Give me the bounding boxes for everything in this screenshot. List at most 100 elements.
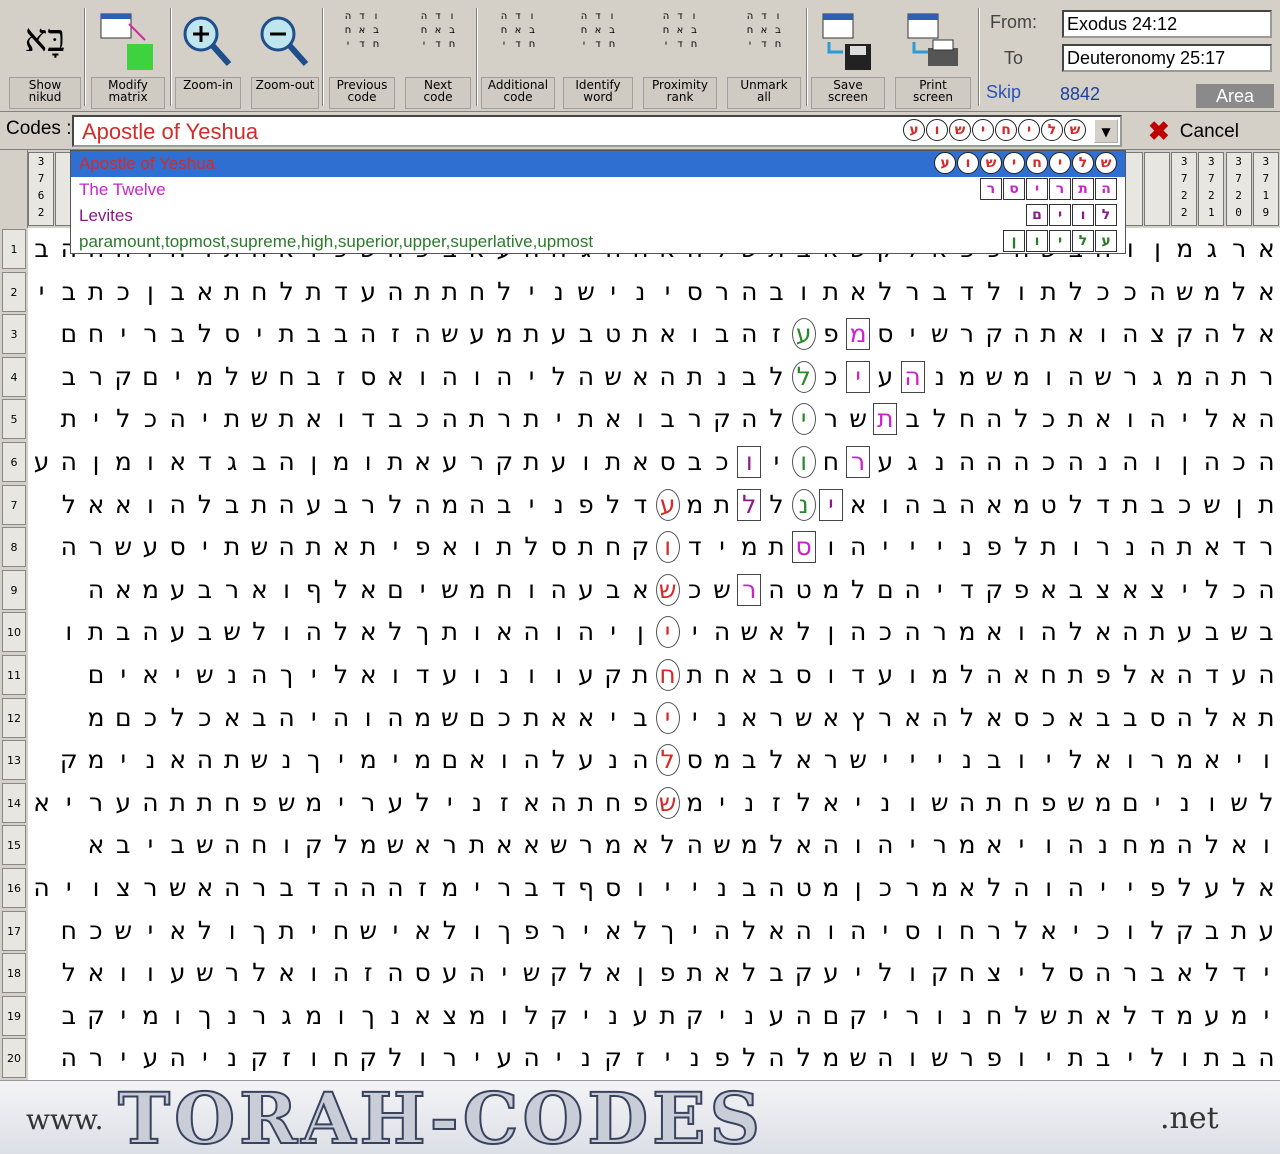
matrix-letter[interactable]: ו (463, 611, 490, 654)
matrix-letter[interactable]: מ (953, 824, 980, 867)
matrix-letter[interactable]: נ (600, 739, 627, 782)
matrix-letter[interactable]: ם (872, 569, 899, 612)
matrix-letter[interactable]: ת (1171, 526, 1198, 569)
matrix-letter[interactable]: ב (246, 441, 273, 484)
matrix-letter[interactable]: י (1117, 1037, 1144, 1080)
matrix-letter[interactable]: ל (327, 611, 354, 654)
matrix-letter[interactable]: כ (1226, 441, 1253, 484)
matrix-letter[interactable]: ח (981, 995, 1008, 1038)
matrix-letter[interactable]: ן (845, 867, 872, 910)
matrix-letter[interactable]: ש (926, 1037, 953, 1080)
matrix-letter[interactable]: ך (191, 995, 218, 1038)
matrix-letter[interactable]: ר (246, 995, 273, 1038)
matrix-letter[interactable]: ה (1062, 824, 1089, 867)
matrix-letter[interactable]: ח (600, 782, 627, 825)
matrix-letter[interactable]: מ (355, 824, 382, 867)
matrix-letter[interactable]: ר (219, 569, 246, 612)
matrix-letter[interactable]: ה (545, 569, 572, 612)
matrix-letter[interactable]: ת (1253, 484, 1280, 527)
matrix-letter[interactable]: ל (409, 782, 436, 825)
matrix-letter[interactable]: ו (1117, 398, 1144, 441)
matrix-letter[interactable]: ק (1171, 910, 1198, 953)
save-screen-button[interactable]: Save screen (808, 4, 888, 109)
dropdown-item[interactable]: Apostle of Yeshua ש ל י ח י ש ו ע (71, 151, 1125, 177)
matrix-letter[interactable]: כ (1171, 484, 1198, 527)
matrix-letter[interactable]: ת (518, 398, 545, 441)
matrix-letter[interactable]: ת (273, 313, 300, 356)
matrix-letter[interactable]: ש (191, 654, 218, 697)
matrix-letter[interactable]: י (1035, 1037, 1062, 1080)
matrix-letter[interactable]: ב (899, 398, 926, 441)
matrix-letter[interactable]: ב (273, 867, 300, 910)
matrix-letter[interactable]: ת (1117, 484, 1144, 527)
matrix-letter[interactable]: ה (763, 1037, 790, 1080)
matrix-letter[interactable]: א (1089, 995, 1116, 1038)
matrix-letter[interactable]: א (1253, 271, 1280, 314)
matrix-letter[interactable]: ל (1008, 995, 1035, 1038)
marked-letter[interactable]: ע (655, 488, 680, 521)
matrix-letter[interactable]: ף (300, 569, 327, 612)
matrix-letter[interactable]: י (55, 867, 82, 910)
matrix-letter[interactable]: א (627, 356, 654, 399)
matrix-letter[interactable]: ת (300, 526, 327, 569)
identify-word-button[interactable]: ה ד ו ח א ב י ד ח Identify word (560, 4, 636, 109)
matrix-letter[interactable]: ת (355, 526, 382, 569)
matrix-letter[interactable]: י (654, 1037, 681, 1080)
matrix-letter[interactable]: ו (627, 867, 654, 910)
marked-letter[interactable]: ל (655, 744, 680, 777)
matrix-letter[interactable]: ל (1008, 910, 1035, 953)
matrix-letter[interactable]: ש (110, 910, 137, 953)
matrix-letter[interactable]: ע (382, 782, 409, 825)
matrix-letter[interactable]: ע (545, 313, 572, 356)
matrix-letter[interactable]: ה (953, 782, 980, 825)
matrix-letter[interactable]: נ (926, 441, 953, 484)
matrix-letter[interactable]: א (463, 739, 490, 782)
matrix-letter[interactable]: ז (763, 313, 790, 356)
matrix-letter[interactable]: ב (736, 867, 763, 910)
matrix-letter[interactable]: מ (926, 867, 953, 910)
letter-matrix[interactable]: ארגמןוחבשהכפאלקשאבתשלהאההגחהעאבכחשכואחתר… (28, 228, 1280, 1080)
matrix-letter[interactable]: ר (137, 867, 164, 910)
matrix-letter[interactable]: ת (1144, 611, 1171, 654)
matrix-letter[interactable]: ר (926, 824, 953, 867)
matrix-letter[interactable]: ה (872, 824, 899, 867)
matrix-letter[interactable]: ר (1226, 228, 1253, 271)
matrix-letter[interactable]: ל (1144, 1037, 1171, 1080)
matrix-letter[interactable]: ה (164, 484, 191, 527)
dropdown-item[interactable]: Levites ל ו י ם (71, 203, 1125, 229)
matrix-letter[interactable]: ב (763, 952, 790, 995)
matrix-letter[interactable]: ו (409, 356, 436, 399)
matrix-letter[interactable]: ח (1117, 824, 1144, 867)
matrix-letter[interactable]: ת (763, 526, 790, 569)
matrix-letter[interactable]: ל (790, 611, 817, 654)
matrix-letter[interactable]: י (1253, 952, 1280, 995)
matrix-letter[interactable]: י (110, 739, 137, 782)
matrix-letter[interactable]: ש (246, 356, 273, 399)
matrix-letter[interactable]: ת (572, 526, 599, 569)
matrix-letter[interactable]: ו (219, 910, 246, 953)
matrix-letter[interactable]: ר (899, 271, 926, 314)
marked-letter[interactable]: ח (655, 659, 680, 691)
matrix-letter[interactable]: ל (1171, 867, 1198, 910)
matrix-letter[interactable]: ח (327, 1037, 354, 1080)
matrix-letter[interactable]: ה (273, 441, 300, 484)
matrix-letter[interactable]: ט (790, 867, 817, 910)
matrix-letter[interactable]: ר (82, 356, 109, 399)
matrix-letter[interactable]: ת (436, 271, 463, 314)
matrix-letter[interactable]: ד (845, 654, 872, 697)
matrix-letter[interactable]: י (763, 441, 790, 484)
matrix-letter[interactable]: א (110, 484, 137, 527)
matrix-letter[interactable]: ע (872, 654, 899, 697)
matrix-letter[interactable]: ע (491, 1037, 518, 1080)
matrix-letter[interactable]: ר (436, 824, 463, 867)
matrix-letter[interactable]: ו (463, 910, 490, 953)
matrix-letter[interactable]: ל (763, 824, 790, 867)
matrix-letter[interactable]: י (545, 398, 572, 441)
matrix-letter[interactable]: ר (981, 910, 1008, 953)
matrix-letter[interactable]: ק (981, 569, 1008, 612)
matrix-letter[interactable]: ת (1198, 1037, 1225, 1080)
matrix-letter[interactable]: ל (1198, 952, 1225, 995)
matrix-letter[interactable]: י (1253, 995, 1280, 1038)
matrix-letter[interactable]: ב (219, 484, 246, 527)
matrix-letter[interactable]: מ (1089, 782, 1116, 825)
